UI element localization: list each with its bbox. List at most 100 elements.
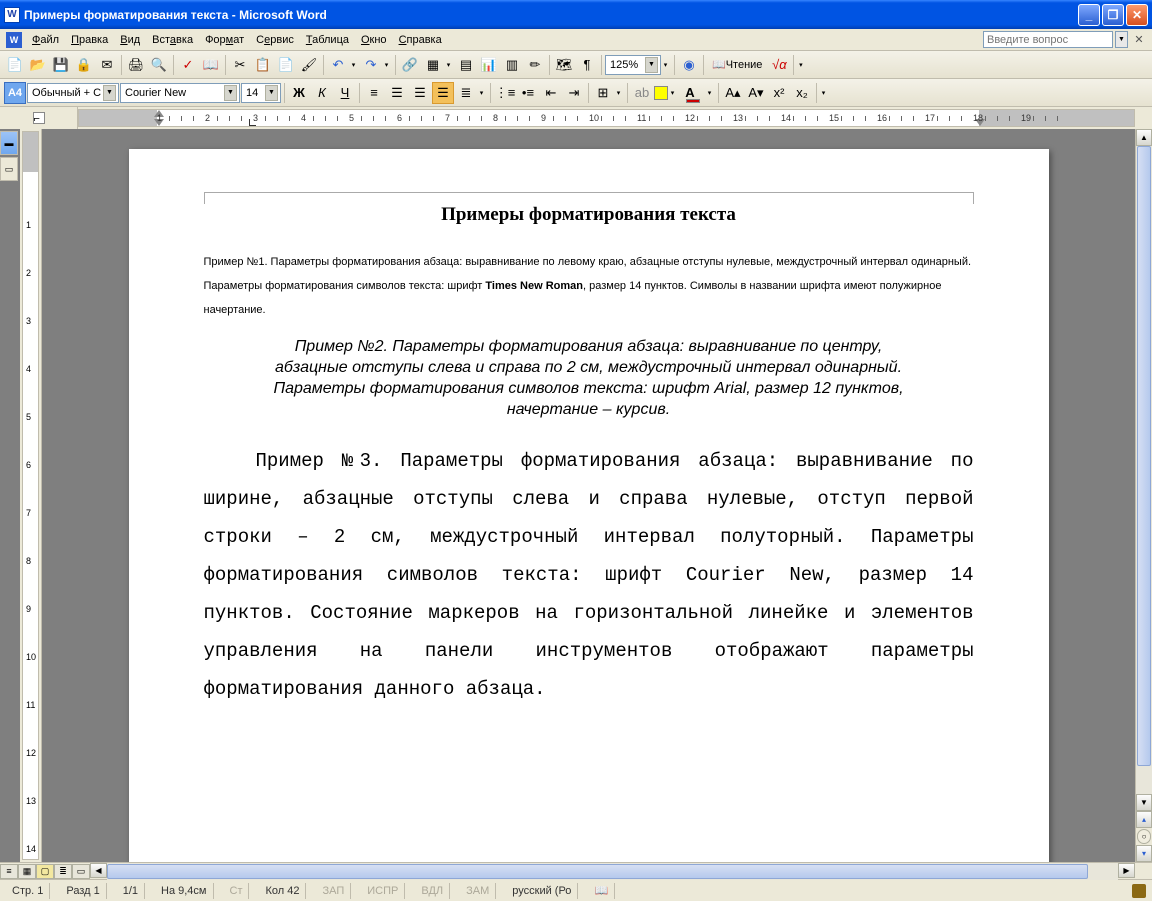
doc-map-button[interactable]: 🗺 [553, 54, 575, 76]
status-page[interactable]: Стр. 1 [6, 883, 50, 899]
show-marks-button[interactable]: ¶ [576, 54, 598, 76]
scroll-left-button[interactable]: ◀ [90, 863, 107, 878]
borders-dropdown[interactable]: ▾ [614, 89, 623, 97]
status-trk[interactable]: ИСПР [361, 883, 405, 899]
decrease-indent-button[interactable]: ⇤ [540, 82, 562, 104]
status-ovr[interactable]: ЗАМ [460, 883, 496, 899]
hyperlink-button[interactable]: 🔗 [399, 54, 421, 76]
tables-borders-button[interactable]: ▦ [422, 54, 444, 76]
status-ext[interactable]: ВДЛ [415, 883, 450, 899]
status-rec[interactable]: ЗАП [316, 883, 351, 899]
preview-button[interactable]: 🔍 [148, 54, 170, 76]
menu-insert[interactable]: Вставка [146, 32, 199, 48]
status-lang[interactable]: русский (Ро [506, 883, 578, 899]
italic-button[interactable]: К [311, 82, 333, 104]
new-doc-button[interactable]: 📄 [4, 54, 26, 76]
numbering-button[interactable]: ⋮≡ [494, 82, 516, 104]
menu-view[interactable]: Вид [114, 32, 146, 48]
scroll-up-button[interactable]: ▲ [1136, 129, 1152, 146]
email-button[interactable]: ✉ [96, 54, 118, 76]
line-spacing-button[interactable]: ≣ [455, 82, 477, 104]
browse-tab-2[interactable]: ▭ [0, 157, 18, 181]
menu-help[interactable]: Справка [393, 32, 448, 48]
minimize-button[interactable]: _ [1078, 4, 1100, 26]
vscroll-track[interactable] [1136, 146, 1152, 794]
help-dropdown[interactable]: ▼ [1115, 31, 1128, 48]
columns-button[interactable]: ▥ [501, 54, 523, 76]
vertical-ruler[interactable]: 1234567891011121314 [20, 129, 42, 862]
menu-window[interactable]: Окно [355, 32, 393, 48]
status-spell-icon[interactable]: 📖 [588, 883, 615, 899]
drawing-button[interactable]: ✏ [524, 54, 546, 76]
menu-file[interactable]: Файл [26, 32, 65, 48]
shrink-font-button[interactable]: A▾ [745, 82, 767, 104]
align-justify-button[interactable]: ☰ [432, 82, 454, 104]
align-right-button[interactable]: ☰ [409, 82, 431, 104]
cut-button[interactable]: ✂ [229, 54, 251, 76]
status-section[interactable]: Разд 1 [60, 883, 106, 899]
highlight-button[interactable]: ab [631, 82, 653, 104]
align-left-button[interactable]: ≡ [363, 82, 385, 104]
save-button[interactable]: 💾 [50, 54, 72, 76]
zoom-arrow[interactable]: ▾ [661, 61, 670, 69]
size-combo[interactable]: 14▼ [241, 83, 281, 103]
highlight-dropdown[interactable]: ▾ [668, 89, 677, 97]
tables-dropdown[interactable]: ▾ [444, 61, 453, 69]
menu-tools[interactable]: Сервис [250, 32, 300, 48]
hscroll-thumb[interactable] [107, 864, 1088, 879]
zoom-combo[interactable]: 125%▼ [605, 55, 661, 75]
vscroll-thumb[interactable] [1137, 146, 1151, 766]
subscript-button[interactable]: x₂ [791, 82, 813, 104]
status-line[interactable]: Ст [224, 883, 250, 899]
styles-pane-button[interactable]: A4 [4, 82, 26, 104]
redo-dropdown[interactable]: ▾ [382, 61, 391, 69]
outline-view-button[interactable]: ≣ [54, 864, 72, 879]
permissions-button[interactable]: 🔒 [73, 54, 95, 76]
menu-format[interactable]: Формат [199, 32, 250, 48]
bold-button[interactable]: Ж [288, 82, 310, 104]
bullets-button[interactable]: •≡ [517, 82, 539, 104]
superscript-button[interactable]: x² [768, 82, 790, 104]
page-viewport[interactable]: Примеры форматирования текста Пример №1.… [42, 129, 1135, 862]
align-center-button[interactable]: ☰ [386, 82, 408, 104]
increase-indent-button[interactable]: ⇥ [563, 82, 585, 104]
maximize-button[interactable]: ❐ [1102, 4, 1124, 26]
insert-table-button[interactable]: ▤ [455, 54, 477, 76]
doc-close-button[interactable]: ✕ [1132, 33, 1146, 47]
toolbar2-options[interactable]: ▾ [819, 89, 828, 97]
browse-tab-1[interactable]: ▬ [0, 131, 18, 155]
excel-button[interactable]: 📊 [478, 54, 500, 76]
font-color-dropdown[interactable]: ▾ [705, 89, 714, 97]
reading-layout-button[interactable]: ▭ [72, 864, 90, 879]
format-painter-button[interactable]: 🖌 [298, 54, 320, 76]
font-combo[interactable]: Courier New▼ [120, 83, 240, 103]
help-search-input[interactable] [983, 31, 1113, 48]
research-button[interactable]: 📖 [200, 54, 222, 76]
menu-table[interactable]: Таблица [300, 32, 355, 48]
status-pages[interactable]: 1/1 [117, 883, 145, 899]
undo-button[interactable]: ↶ [327, 54, 349, 76]
style-combo[interactable]: Обычный + Cou▼ [27, 83, 119, 103]
grow-font-button[interactable]: A▴ [722, 82, 744, 104]
tab-selector[interactable]: ⌐ [0, 107, 78, 129]
menu-edit[interactable]: Правка [65, 32, 114, 48]
next-page-button[interactable]: ▾ [1136, 845, 1152, 862]
spelling-button[interactable]: ✓ [177, 54, 199, 76]
read-mode-button[interactable]: 📖 Чтение [707, 54, 767, 76]
horizontal-ruler[interactable]: 12345678910111213141516171819 [78, 109, 1135, 127]
scroll-right-button[interactable]: ▶ [1118, 863, 1135, 878]
close-button[interactable]: ✕ [1126, 4, 1148, 26]
status-column[interactable]: Кол 42 [259, 883, 306, 899]
equation-button[interactable]: √α [768, 54, 790, 76]
spacing-dropdown[interactable]: ▾ [477, 89, 486, 97]
print-button[interactable]: 🖨 [125, 54, 147, 76]
status-at[interactable]: На 9,4см [155, 883, 213, 899]
toolbar-options[interactable]: ▾ [796, 61, 805, 69]
undo-dropdown[interactable]: ▾ [349, 61, 358, 69]
web-view-button[interactable]: ▦ [18, 864, 36, 879]
prev-page-button[interactable]: ▴ [1136, 811, 1152, 828]
paste-button[interactable]: 📄 [275, 54, 297, 76]
copy-button[interactable]: 📋 [252, 54, 274, 76]
print-layout-button[interactable]: ▢ [36, 864, 54, 879]
open-button[interactable]: 📂 [27, 54, 49, 76]
